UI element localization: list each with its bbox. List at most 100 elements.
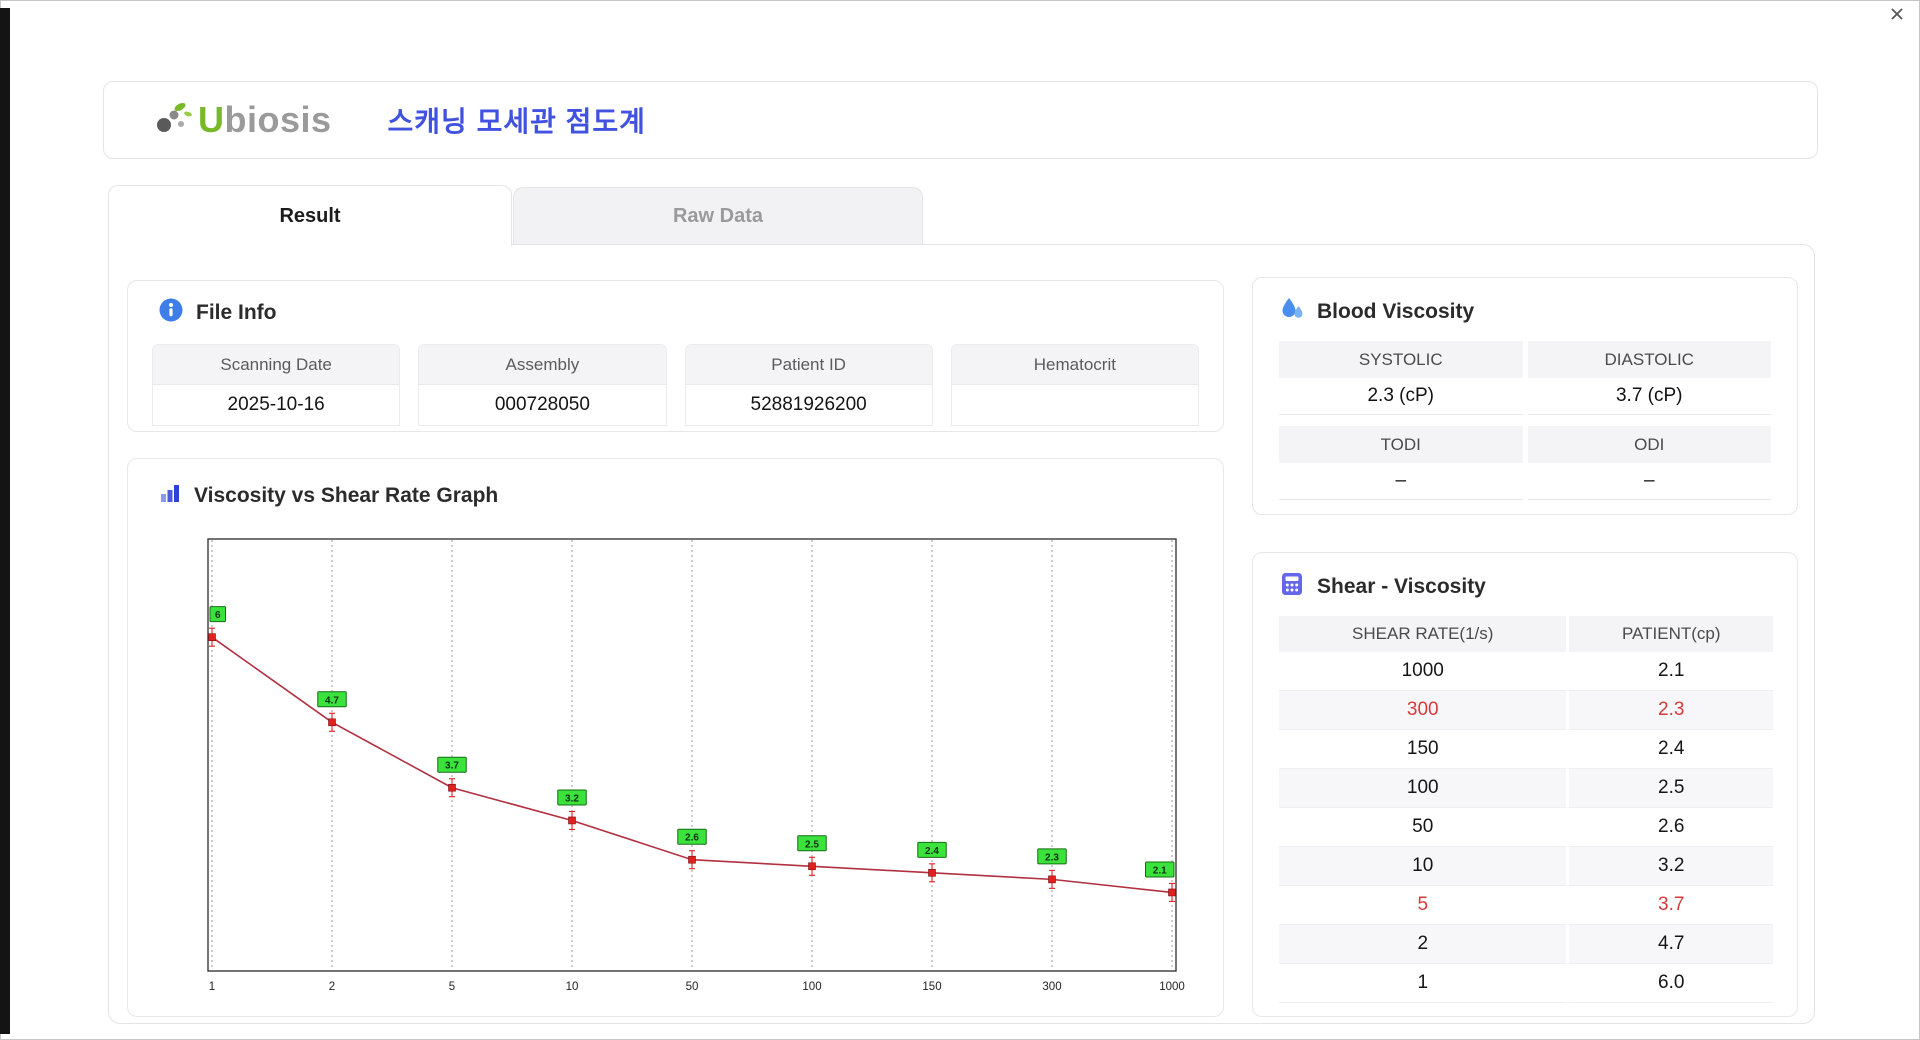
- diastolic-label: DIASTOLIC: [1527, 341, 1771, 378]
- shear-table-row: 50 2.6: [1279, 808, 1773, 847]
- svg-text:3.2: 3.2: [565, 793, 579, 804]
- todi-label: TODI: [1279, 426, 1523, 463]
- shear-rate-column-header: SHEAR RATE(1/s): [1279, 616, 1567, 652]
- file-info-header: File Info: [158, 297, 1223, 328]
- app-header: Ubiosis 스캐닝 모세관 점도계: [103, 81, 1818, 159]
- shear-rate-cell: 300: [1279, 691, 1567, 730]
- assembly-label: Assembly: [419, 345, 666, 385]
- shear-rate-cell: 100: [1279, 769, 1567, 808]
- svg-text:100: 100: [802, 981, 821, 993]
- graph-header: Viscosity vs Shear Rate Graph: [158, 481, 1223, 510]
- patient-cell: 3.7: [1566, 886, 1773, 925]
- shear-viscosity-table: SHEAR RATE(1/s) PATIENT(cp) 1000 2.1 300 2.…: [1279, 616, 1773, 1003]
- patient-column-header: PATIENT(cp): [1566, 616, 1773, 652]
- shear-table-header-row: SHEAR RATE(1/s) PATIENT(cp): [1279, 616, 1773, 652]
- tab-result-label: Result: [279, 204, 341, 227]
- close-icon: [1888, 5, 1906, 28]
- assembly-value: 000728050: [494, 394, 590, 415]
- patient-cell: 2.1: [1566, 652, 1773, 691]
- field-assembly: Assembly 000728050: [418, 344, 667, 426]
- shear-rate-cell: 2: [1279, 925, 1567, 964]
- blood-viscosity-header: Blood Viscosity: [1279, 296, 1797, 327]
- svg-text:5: 5: [449, 981, 455, 993]
- systolic-label: SYSTOLIC: [1279, 341, 1523, 378]
- hematocrit-value: [952, 385, 1198, 425]
- odi-value: –: [1527, 463, 1771, 500]
- shear-rate-cell: 1: [1279, 964, 1567, 1003]
- ubiosis-logo-icon: [152, 98, 194, 143]
- shear-table-row: 1000 2.1: [1279, 652, 1773, 691]
- svg-text:1000: 1000: [1159, 981, 1185, 993]
- shear-table-row: 1 6.0: [1279, 964, 1773, 1003]
- svg-text:3.7: 3.7: [445, 761, 459, 772]
- svg-text:2.6: 2.6: [685, 833, 699, 844]
- tab-result[interactable]: Result: [108, 185, 512, 246]
- field-patient-id: Patient ID 52881926200: [684, 344, 933, 426]
- shear-table-row: 5 3.7: [1279, 886, 1773, 925]
- field-hematocrit: Hematocrit: [950, 344, 1199, 426]
- systolic-value: 2.3 (cP): [1279, 378, 1523, 415]
- file-info-title: File Info: [196, 300, 277, 324]
- hematocrit-label: Hematocrit: [951, 345, 1198, 385]
- chart-area: 6 4.7 3.7 3.2 2.6 2.5 2.4 2.3 2.1 1 2 5 10 50 100 150 30…: [178, 529, 1198, 1009]
- shear-rate-cell: 150: [1279, 730, 1567, 769]
- patient-cell: 2.5: [1566, 769, 1773, 808]
- tab-raw-data-label: Raw Data: [672, 204, 764, 227]
- info-icon: [158, 297, 184, 328]
- app-title-korean: 스캐닝 모세관 점도계: [387, 106, 646, 137]
- shear-table-row: 300 2.3: [1279, 691, 1773, 730]
- svg-text:2.4: 2.4: [925, 846, 939, 857]
- svg-text:300: 300: [1042, 981, 1061, 993]
- patient-cell: 6.0: [1566, 964, 1773, 1003]
- viscosity-chart: 6 4.7 3.7 3.2 2.6 2.5 2.4 2.3 2.1 1 2 5 10 50 100 150 30…: [207, 538, 1185, 993]
- svg-text:2: 2: [329, 981, 335, 993]
- svg-text:2.3: 2.3: [1045, 852, 1059, 863]
- shear-rate-cell: 5: [1279, 886, 1567, 925]
- file-info-card: File Info Scanning Date 2025-10-16 Assem…: [127, 280, 1224, 432]
- svg-text:6: 6: [215, 610, 221, 621]
- shear-rate-cell: 1000: [1279, 652, 1567, 691]
- graph-title: Viscosity vs Shear Rate Graph: [194, 483, 499, 507]
- field-scanning-date: Scanning Date 2025-10-16: [152, 344, 401, 426]
- odi-label: ODI: [1527, 426, 1771, 463]
- svg-text:2.5: 2.5: [805, 839, 819, 850]
- patient-cell: 2.4: [1566, 730, 1773, 769]
- ubiosis-logo: Ubiosis: [152, 98, 332, 143]
- blood-viscosity-title: Blood Viscosity: [1317, 299, 1475, 323]
- file-info-fields: Scanning Date 2025-10-16 Assembly 000728…: [152, 344, 1199, 426]
- patient-id-value: 52881926200: [750, 394, 867, 415]
- shear-table-row: 100 2.5: [1279, 769, 1773, 808]
- left-edge-bar: [0, 8, 10, 1034]
- ubiosis-logo-text: Ubiosis: [198, 99, 332, 141]
- patient-id-label: Patient ID: [685, 345, 932, 385]
- systolic-diastolic-group: SYSTOLIC DIASTOLIC 2.3 (cP) 3.7 (cP): [1279, 341, 1771, 415]
- shear-rate-cell: 50: [1279, 808, 1567, 847]
- tab-raw-data[interactable]: Raw Data: [513, 187, 923, 244]
- scanning-date-label: Scanning Date: [153, 345, 400, 385]
- shear-viscosity-title: Shear - Viscosity: [1317, 574, 1486, 598]
- svg-text:1: 1: [209, 981, 215, 993]
- svg-text:150: 150: [922, 981, 941, 993]
- todi-value: –: [1279, 463, 1523, 500]
- svg-text:10: 10: [566, 981, 579, 993]
- patient-cell: 2.6: [1566, 808, 1773, 847]
- logo-letter-u: U: [198, 99, 225, 140]
- shear-table-row: 150 2.4: [1279, 730, 1773, 769]
- shear-table-row: 10 3.2: [1279, 847, 1773, 886]
- shear-viscosity-header: Shear - Viscosity: [1279, 571, 1797, 602]
- svg-text:2.1: 2.1: [1153, 865, 1167, 876]
- patient-cell: 3.2: [1566, 847, 1773, 886]
- result-panel: File Info Scanning Date 2025-10-16 Assem…: [108, 244, 1815, 1024]
- graph-card: Viscosity vs Shear Rate Graph 6 4.7 3.7 3.2…: [127, 458, 1224, 1017]
- shear-table-head: SHEAR RATE(1/s) PATIENT(cp): [1279, 616, 1773, 652]
- blood-viscosity-card: Blood Viscosity SYSTOLIC DIASTOLIC 2.3 (…: [1252, 277, 1798, 515]
- droplets-icon: [1279, 296, 1305, 327]
- svg-text:50: 50: [686, 981, 699, 993]
- shear-table-body: 1000 2.1 300 2.3 150 2.4 100 2.5 50 2.6 10 3.2 5 3.7 2…: [1279, 652, 1773, 1003]
- shear-rate-cell: 10: [1279, 847, 1567, 886]
- calculator-icon: [1279, 571, 1305, 602]
- bar-chart-icon: [158, 481, 182, 510]
- shear-viscosity-card: Shear - Viscosity SHEAR RATE(1/s) PATIEN…: [1252, 552, 1798, 1017]
- patient-cell: 2.3: [1566, 691, 1773, 730]
- close-button[interactable]: [1886, 5, 1908, 27]
